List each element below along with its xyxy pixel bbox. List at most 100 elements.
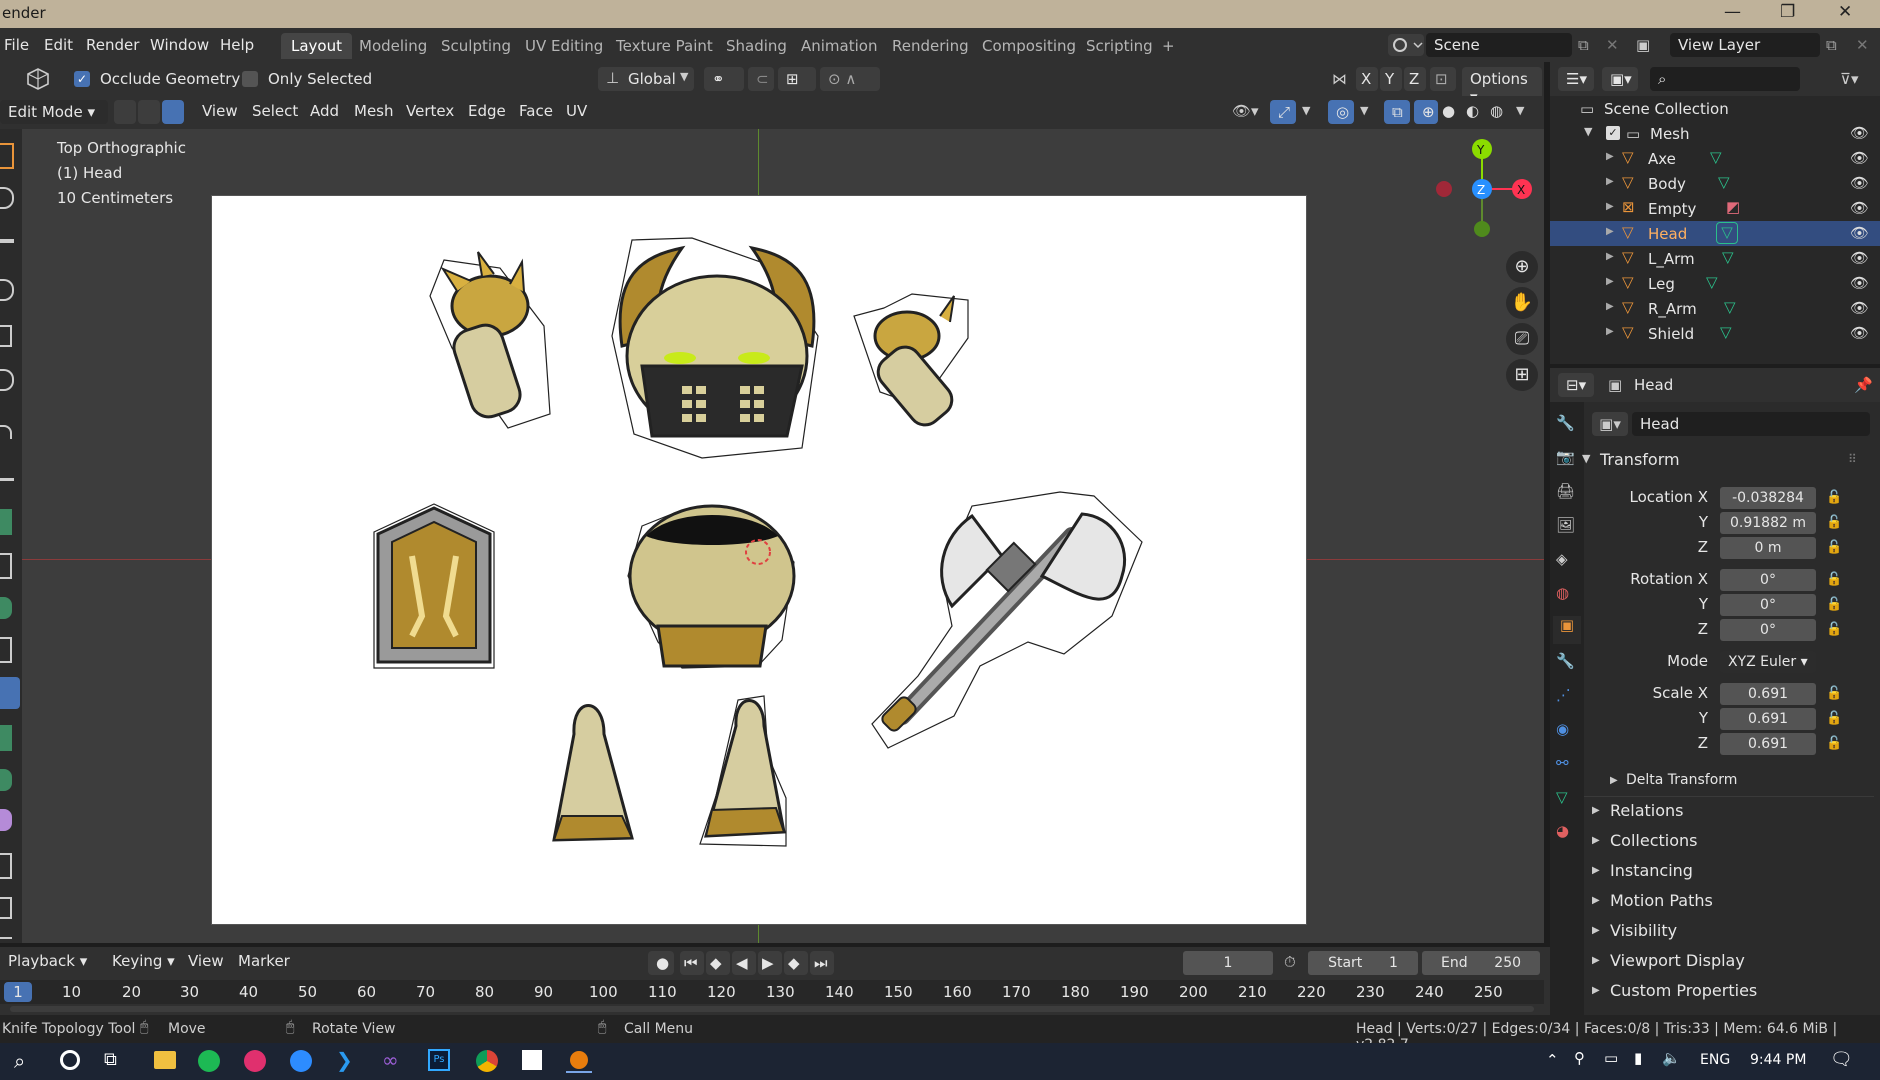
material-tab-icon[interactable]: ◕ xyxy=(1556,822,1578,844)
tab-rendering[interactable]: Rendering xyxy=(882,33,979,59)
expand-arrow-icon[interactable]: ▶ xyxy=(1592,895,1600,906)
volume-icon[interactable]: 🔈 xyxy=(1662,1049,1681,1067)
menu-select[interactable]: Select xyxy=(252,102,298,120)
menu-render[interactable]: Render xyxy=(86,36,139,54)
instancing-panel[interactable]: Instancing xyxy=(1610,861,1693,880)
poly-build-icon[interactable] xyxy=(0,725,12,751)
object-datablock-icon[interactable]: ▣▾ xyxy=(1592,412,1628,436)
timeline-menu-view[interactable]: View xyxy=(188,952,224,970)
add-workspace-button[interactable]: + xyxy=(1152,33,1185,59)
stopwatch-icon[interactable]: ⏱ xyxy=(1284,953,1296,971)
vscode-icon[interactable]: ❯ xyxy=(336,1048,353,1072)
tab-compositing[interactable]: Compositing xyxy=(972,33,1086,59)
output-tab-icon[interactable]: 🖨 xyxy=(1556,482,1578,504)
collection-row-mesh[interactable]: ▼ ✓ ▭ Mesh 👁 xyxy=(1550,121,1880,146)
collections-panel[interactable]: Collections xyxy=(1610,831,1697,850)
visibility-panel[interactable]: Visibility xyxy=(1610,921,1677,940)
battery-icon[interactable]: ▮ xyxy=(1634,1049,1642,1067)
new-scene-icon[interactable]: ⧉ xyxy=(1578,36,1589,54)
knife-icon[interactable] xyxy=(0,677,20,709)
material-shading-icon[interactable]: ◐ xyxy=(1466,102,1479,120)
prev-keyframe-icon[interactable]: ◆ xyxy=(706,951,730,975)
mesh-data-icon[interactable]: ▽ xyxy=(1706,273,1718,291)
filter-funnel-icon[interactable]: ⊽▾ xyxy=(1840,70,1859,88)
expand-arrow-icon[interactable]: ▶ xyxy=(1610,775,1618,786)
select-box-icon[interactable] xyxy=(0,143,14,169)
outliner-search-input[interactable]: ⌕ xyxy=(1650,67,1800,91)
scene-name-field[interactable]: Scene xyxy=(1426,33,1572,57)
scale-z-field[interactable]: 0.691 xyxy=(1720,733,1816,755)
only-selected-checkbox[interactable] xyxy=(242,71,258,87)
start-frame-field[interactable]: Start 1 xyxy=(1308,951,1418,975)
tab-modeling[interactable]: Modeling xyxy=(349,33,437,59)
expand-arrow-icon[interactable]: ▶ xyxy=(1592,955,1600,966)
location-z-field[interactable]: 0 m xyxy=(1720,537,1816,559)
lock-icon[interactable]: 🔓 xyxy=(1826,736,1842,751)
menu-file[interactable]: File xyxy=(4,36,29,54)
auto-merge-icon[interactable]: ⊡ xyxy=(1430,67,1456,91)
transform-orientation-dropdown[interactable]: Global ⊥ ▼ xyxy=(598,67,694,91)
menu-view[interactable]: View xyxy=(202,102,238,120)
chevron-down-icon[interactable]: ▼ xyxy=(1302,104,1310,117)
eye-icon[interactable]: 👁 xyxy=(1850,199,1869,217)
eye-icon[interactable]: 👁 xyxy=(1850,224,1869,242)
menu-vertex[interactable]: Vertex xyxy=(406,102,454,120)
motion-paths-panel[interactable]: Motion Paths xyxy=(1610,891,1713,910)
outliner-item-l-arm[interactable]: ▶ ▽ L_Arm ▽ 👁 xyxy=(1550,246,1880,271)
drag-handle-icon[interactable]: ⠿ xyxy=(1848,452,1857,466)
lock-icon[interactable]: 🔓 xyxy=(1826,540,1842,555)
tab-animation[interactable]: Animation xyxy=(791,33,887,59)
unity-icon[interactable] xyxy=(522,1050,542,1070)
play-icon[interactable]: ▶ xyxy=(758,951,782,975)
expand-arrow-icon[interactable]: ▶ xyxy=(1606,301,1614,312)
eye-icon[interactable]: 👁 xyxy=(1850,249,1869,267)
mesh-data-icon[interactable]: ▽ xyxy=(1716,222,1738,244)
scale-y-field[interactable]: 0.691 xyxy=(1720,708,1816,730)
custom-properties-panel[interactable]: Custom Properties xyxy=(1610,981,1757,1000)
lock-icon[interactable]: 🔓 xyxy=(1826,597,1842,612)
transform-icon[interactable] xyxy=(0,369,14,391)
view-layer-field[interactable]: View Layer xyxy=(1670,33,1820,57)
overlay-toggle-icon[interactable]: ◎ xyxy=(1328,100,1354,124)
tab-scripting[interactable]: Scripting xyxy=(1076,33,1163,59)
pan-hand-icon[interactable]: ✋ xyxy=(1506,287,1538,319)
spin-icon[interactable] xyxy=(0,769,12,791)
data-tab-icon[interactable]: ▽ xyxy=(1556,788,1578,810)
timeline-menu-marker[interactable]: Marker xyxy=(238,952,290,970)
spotify-icon[interactable] xyxy=(198,1050,220,1072)
menu-uv[interactable]: UV xyxy=(566,102,587,120)
expand-arrow-icon[interactable]: ▶ xyxy=(1592,925,1600,936)
outliner-item-body[interactable]: ▶ ▽ Body ▽ 👁 xyxy=(1550,171,1880,196)
snap-target-icon[interactable]: ⊞ xyxy=(778,67,816,91)
new-view-layer-icon[interactable]: ⧉ xyxy=(1826,36,1837,54)
lock-icon[interactable]: 🔓 xyxy=(1826,515,1842,530)
view-layer-tab-icon[interactable]: 🖼 xyxy=(1556,516,1578,538)
notifications-icon[interactable]: 🗨 xyxy=(1830,1049,1853,1070)
expand-arrow-icon[interactable]: ▶ xyxy=(1606,151,1614,162)
menu-face[interactable]: Face xyxy=(519,102,553,120)
expand-arrow-icon[interactable]: ▶ xyxy=(1592,835,1600,846)
shrink-fatten-icon[interactable] xyxy=(0,897,12,919)
gizmo-toggle-icon[interactable]: ⤢ xyxy=(1270,100,1296,124)
clock[interactable]: 9:44 PM xyxy=(1750,1052,1806,1068)
vpn-icon[interactable]: ⚲ xyxy=(1574,1049,1585,1067)
loop-cut-icon[interactable] xyxy=(0,637,12,663)
delta-transform-subpanel[interactable]: Delta Transform xyxy=(1626,772,1737,788)
mirror-z-toggle[interactable]: Z xyxy=(1404,67,1426,91)
pin-icon[interactable]: 📌 xyxy=(1854,376,1873,394)
menu-edge[interactable]: Edge xyxy=(468,102,506,120)
menu-help[interactable]: Help xyxy=(220,36,254,54)
constraints-tab-icon[interactable]: ⚯ xyxy=(1556,754,1578,776)
close-button[interactable]: ✕ xyxy=(1838,2,1852,22)
timeline-menu-playback[interactable]: Playback ▾ xyxy=(8,952,87,970)
lock-icon[interactable]: 🔓 xyxy=(1826,572,1842,587)
file-explorer-icon[interactable] xyxy=(154,1051,176,1069)
face-select-icon[interactable] xyxy=(162,100,184,124)
outliner-item-shield[interactable]: ▶ ▽ Shield ▽ 👁 xyxy=(1550,321,1880,346)
extrude-icon[interactable] xyxy=(0,509,12,535)
play-reverse-icon[interactable]: ◀ xyxy=(732,951,756,975)
render-tab-icon[interactable]: 📷 xyxy=(1556,448,1578,470)
tab-layout[interactable]: Layout xyxy=(281,33,352,59)
jump-end-icon[interactable]: ⏭ xyxy=(810,951,834,975)
proportional-edit-icon[interactable]: ⊙ ∧ xyxy=(820,67,880,91)
